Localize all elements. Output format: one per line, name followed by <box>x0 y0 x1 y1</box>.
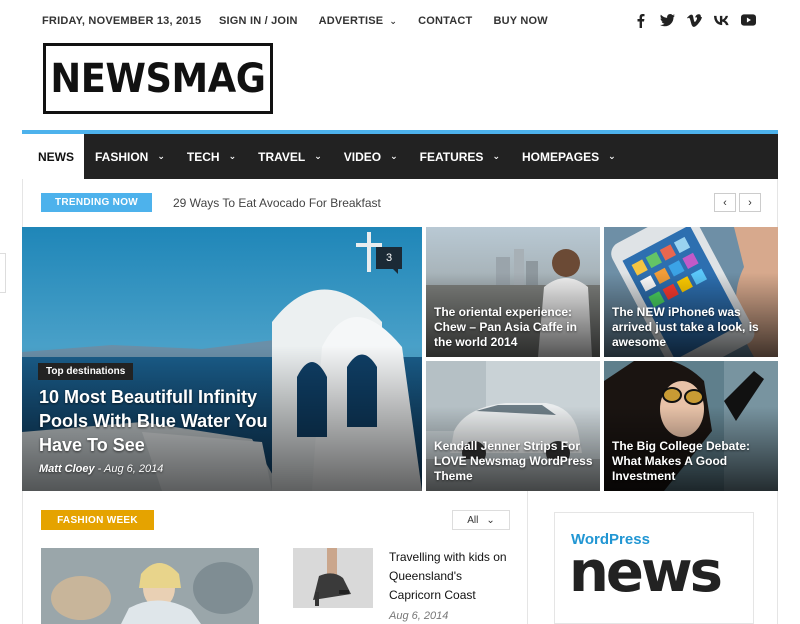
post-date: Aug 6, 2014 <box>104 463 164 475</box>
featured-main-title[interactable]: 10 Most Beautifull Infinity Pools With B… <box>39 385 309 457</box>
fashion-main-image[interactable] <box>41 548 259 624</box>
nav-item-label: FASHION <box>95 149 149 164</box>
youtube-icon[interactable] <box>741 12 756 28</box>
post-title[interactable]: Travelling with kids on Queensland's Cap… <box>389 548 514 605</box>
top-menu-sign-in[interactable]: SIGN IN / JOIN <box>219 15 298 27</box>
category-filter-select[interactable]: All ⌄ <box>452 510 510 530</box>
site-logo[interactable]: NEWSMAG <box>43 43 273 114</box>
chevron-down-icon: ⌄ <box>389 15 398 26</box>
trending-next-button[interactable]: › <box>739 193 761 212</box>
current-date: FRIDAY, NOVEMBER 13, 2015 <box>42 15 202 27</box>
twitter-icon[interactable] <box>660 12 675 28</box>
post-meta: Matt Cloey - Aug 6, 2014 <box>39 463 163 475</box>
comment-count: 3 <box>385 252 393 264</box>
featured-main[interactable]: 3 Top destinations 10 Most Beautifull In… <box>22 227 422 491</box>
logo-text: NEWSMAG <box>50 55 266 102</box>
chevron-down-icon: ⌄ <box>157 151 165 161</box>
category-badge[interactable]: Top destinations <box>38 363 134 380</box>
post-thumbnail[interactable] <box>293 548 373 608</box>
meta-separator: - <box>94 463 104 475</box>
tile-title[interactable]: The NEW iPhone6 was arrived just take a … <box>612 305 772 350</box>
vimeo-icon[interactable] <box>687 12 702 28</box>
trending-prev-button[interactable]: ‹ <box>714 193 736 212</box>
nav-item-fashion[interactable]: FASHION ⌄ <box>84 134 176 179</box>
nav-item-label: HOMEPAGES <box>521 149 600 164</box>
top-menu-label: SIGN IN / JOIN <box>219 15 298 27</box>
comment-count-badge[interactable]: 3 <box>376 247 402 274</box>
trending-headline[interactable]: 29 Ways To Eat Avocado For Breakfast <box>173 196 381 210</box>
nav-item-label: VIDEO <box>343 149 382 164</box>
nav-item-travel[interactable]: TRAVEL ⌄ <box>247 134 333 179</box>
tile-title[interactable]: The Big College Debate: What Makes A Goo… <box>612 439 772 484</box>
nav-item-features[interactable]: FEATURES ⌄ <box>409 134 511 179</box>
nav-item-homepages[interactable]: HOMEPAGES ⌄ <box>511 134 627 179</box>
chevron-down-icon: ⌄ <box>228 151 237 161</box>
nav-item-video[interactable]: VIDEO ⌄ <box>333 134 409 179</box>
column-divider <box>527 491 528 624</box>
chevron-left-icon: ‹ <box>723 196 727 209</box>
nav-item-tech[interactable]: TECH ⌄ <box>176 134 247 179</box>
chevron-right-icon: › <box>748 196 752 209</box>
chevron-down-icon: ⌄ <box>492 151 500 161</box>
shoe-photo <box>293 548 373 608</box>
top-menu-buy-now[interactable]: BUY NOW <box>493 15 547 27</box>
side-panel-tab[interactable] <box>0 253 6 293</box>
top-menu: SIGN IN / JOIN ADVERTISE ⌄ CONTACT BUY NO… <box>219 15 569 27</box>
chevron-down-icon: ⌄ <box>608 151 616 161</box>
trending-nav: ‹ › <box>714 193 761 212</box>
filter-value: All <box>467 514 479 526</box>
section-badge: FASHION WEEK <box>41 510 154 530</box>
top-menu-label: BUY NOW <box>493 15 548 27</box>
tile-title[interactable]: Kendall Jenner Strips For LOVE Newsmag W… <box>434 439 594 484</box>
top-bar: FRIDAY, NOVEMBER 13, 2015 SIGN IN / JOIN… <box>0 0 800 42</box>
nav-item-label: NEWS <box>38 149 74 164</box>
nav-item-label: TECH <box>186 149 220 164</box>
top-menu-advertise[interactable]: ADVERTISE ⌄ <box>319 15 398 27</box>
post-author[interactable]: Matt Cloey <box>39 463 95 475</box>
ad-news-label: news <box>569 540 723 605</box>
tile-title[interactable]: The oriental experience: Chew – Pan Asia… <box>434 305 594 350</box>
main-nav: NEWS FASHION ⌄ TECH ⌄ TRAVEL ⌄ VIDEO ⌄ FEATU… <box>22 130 778 199</box>
fashion-week-section: FASHION WEEK All ⌄ Travelling with kids o… <box>22 491 778 624</box>
featured-tile[interactable]: Kendall Jenner Strips For LOVE Newsmag W… <box>426 361 600 491</box>
trending-bar: TRENDING NOW 29 Ways To Eat Avocado For … <box>22 179 778 227</box>
facebook-icon[interactable] <box>633 12 648 28</box>
chevron-down-icon: ⌄ <box>314 151 322 161</box>
nav-item-label: FEATURES <box>419 149 484 164</box>
trending-badge: TRENDING NOW <box>41 193 152 212</box>
post-date: Aug 6, 2014 <box>389 610 449 622</box>
fashion-photo <box>41 548 259 624</box>
nav-item-news[interactable]: NEWS <box>22 134 84 179</box>
chevron-down-icon: ⌄ <box>390 151 398 161</box>
vk-icon[interactable] <box>714 12 729 28</box>
top-menu-contact[interactable]: CONTACT <box>418 15 472 27</box>
nav-item-label: TRAVEL <box>258 149 306 164</box>
chevron-down-icon: ⌄ <box>486 514 495 526</box>
social-icons <box>633 12 756 28</box>
top-menu-label: CONTACT <box>418 15 473 27</box>
top-menu-label: ADVERTISE <box>318 15 384 27</box>
featured-tile[interactable]: The NEW iPhone6 was arrived just take a … <box>604 227 778 357</box>
featured-tile[interactable]: The Big College Debate: What Makes A Goo… <box>604 361 778 491</box>
featured-tile[interactable]: The oriental experience: Chew – Pan Asia… <box>426 227 600 357</box>
wordpress-news-ad[interactable]: WordPress news <box>554 512 754 624</box>
